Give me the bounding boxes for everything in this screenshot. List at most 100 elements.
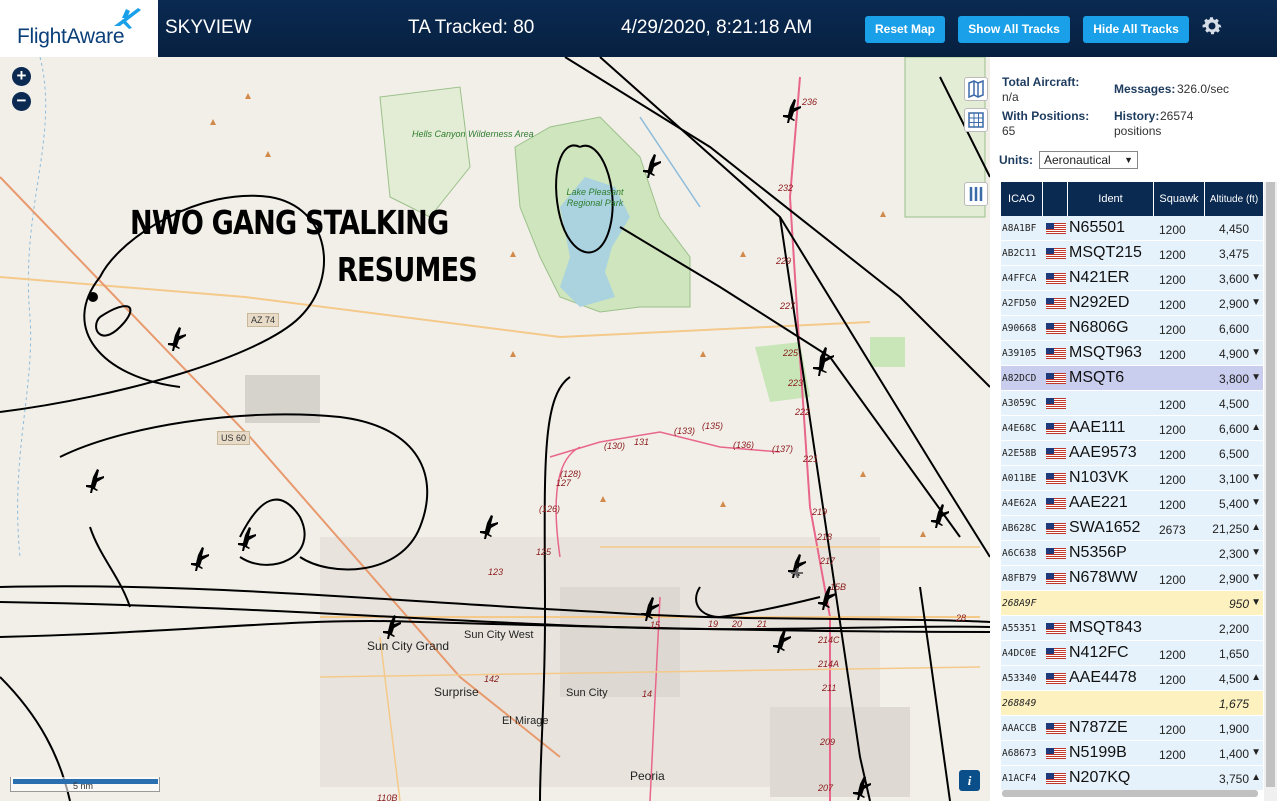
icao-cell: A3059C	[1002, 398, 1037, 409]
aircraft-icon	[238, 527, 256, 551]
panel-scrollbar[interactable]	[1264, 182, 1277, 801]
table-row[interactable]: AB628C SWA1652 2673 21,250 ▲	[1001, 516, 1263, 541]
map-layers-icon[interactable]	[964, 77, 988, 101]
table-row[interactable]: A55351 MSQT843 2,200	[1001, 616, 1263, 641]
units-label: Units:	[999, 153, 1033, 167]
icao-cell: A68673	[1002, 748, 1037, 759]
altitude-trend-icon: ▼	[1251, 472, 1261, 483]
units-select[interactable]: Aeronautical ▼	[1039, 151, 1138, 169]
altitude-cell: 4,500	[1218, 397, 1249, 411]
altitude-trend-icon: ▼	[1251, 372, 1261, 383]
reset-map-button[interactable]: Reset Map	[865, 16, 945, 43]
column-header-flag[interactable]	[1043, 182, 1068, 216]
table-row[interactable]: A3059C 1200 4,500	[1001, 391, 1263, 416]
table-row[interactable]: A011BE N103VK 1200 3,100 ▼	[1001, 466, 1263, 491]
us-flag-icon	[1046, 523, 1066, 534]
altitude-cell: 2,200	[1218, 622, 1249, 636]
flightaware-logo[interactable]: FlightAware	[0, 0, 158, 57]
squawk-cell: 1200	[1159, 398, 1186, 412]
route-marker: (137)	[772, 444, 794, 454]
altitude-cell: 3,600	[1218, 272, 1249, 286]
altitude-trend-icon: ▼	[1251, 747, 1261, 758]
table-row[interactable]: A6C638 N5356P 2,300 ▼	[1001, 541, 1263, 566]
aircraft-icon	[168, 327, 186, 351]
hide-all-tracks-button[interactable]: Hide All Tracks	[1083, 16, 1189, 43]
squawk-cell: 1200	[1159, 448, 1186, 462]
with-positions-value: 65	[1002, 124, 1016, 138]
icao-cell: A4DC0E	[1002, 648, 1037, 659]
gear-icon[interactable]	[1200, 14, 1224, 38]
altitude-trend-icon: ▲	[1251, 422, 1261, 433]
table-row[interactable]: A2FD50 N292ED 1200 2,900 ▼	[1001, 291, 1263, 316]
altitude-cell: 1,650	[1218, 647, 1249, 661]
table-row[interactable]: AB2C11 MSQT215 1200 3,475	[1001, 241, 1263, 266]
squawk-cell: 1200	[1159, 498, 1186, 512]
column-header-squawk[interactable]: Squawk	[1154, 182, 1205, 216]
zoom-in-button[interactable]: +	[12, 67, 31, 86]
route-marker: 236	[802, 97, 818, 107]
panel-scrollbar-thumb[interactable]	[1266, 182, 1275, 787]
grid-icon[interactable]	[964, 108, 988, 132]
table-row[interactable]: A2E58B AAE9573 1200 6,500	[1001, 441, 1263, 466]
squawk-cell: 1200	[1159, 248, 1186, 262]
squawk-cell: 1200	[1159, 223, 1186, 237]
altitude-cell: 5,400	[1218, 497, 1249, 511]
table-row[interactable]: A4DC0E N412FC 1200 1,650	[1001, 641, 1263, 666]
route-marker: 227	[780, 301, 796, 311]
table-row[interactable]: 268849 1,675	[1001, 691, 1263, 716]
route-marker: 229	[776, 256, 792, 266]
route-marker: 211	[822, 683, 837, 693]
squawk-cell: 1200	[1159, 648, 1186, 662]
table-row[interactable]: A68673 N5199B 1200 1,400 ▼	[1001, 741, 1263, 766]
us-flag-icon	[1046, 748, 1066, 759]
icao-cell: A53340	[1002, 673, 1037, 684]
clock: 4/29/2020, 8:21:18 AM	[621, 17, 813, 38]
squawk-cell: 2673	[1159, 523, 1186, 537]
column-header-icao[interactable]: ICAO	[1001, 182, 1043, 216]
route-marker: 15	[650, 620, 661, 630]
route-marker: 123	[488, 567, 504, 577]
map-label-peoria: Peoria	[630, 769, 665, 783]
table-row[interactable]: A4E68C AAE111 1200 6,600 ▲	[1001, 416, 1263, 441]
table-row[interactable]: A90668 N6806G 1200 6,600	[1001, 316, 1263, 341]
table-row[interactable]: A4E62A AAE221 1200 5,400 ▼	[1001, 491, 1263, 516]
ident-cell: N421ER	[1069, 269, 1130, 286]
horizontal-scrollbar-thumb[interactable]	[1002, 790, 1258, 797]
altitude-cell: 3,100	[1218, 472, 1249, 486]
route-marker: 219	[812, 507, 828, 517]
column-header-ident[interactable]: Ident	[1068, 182, 1154, 216]
horizontal-scrollbar[interactable]	[0, 785, 1277, 801]
table-row[interactable]: A39105 MSQT963 1200 4,900 ▼	[1001, 341, 1263, 366]
table-row[interactable]: A82DCD MSQT6 3,800 ▼	[1001, 366, 1263, 391]
aircraft-panel: Total Aircraft: n/a Messages: 326.0/sec …	[990, 57, 1277, 801]
altitude-trend-icon: ▲	[1251, 772, 1261, 783]
us-flag-icon	[1046, 423, 1066, 434]
columns-icon[interactable]	[964, 182, 988, 206]
route-marker: 127	[556, 478, 572, 488]
column-header-altitude[interactable]: Altitude (ft)	[1205, 182, 1263, 216]
us-flag-icon	[1046, 323, 1066, 334]
ident-cell: SWA1652	[1069, 519, 1141, 536]
table-row[interactable]: A4FFCA N421ER 1200 3,600 ▼	[1001, 266, 1263, 291]
squawk-cell: 1200	[1159, 673, 1186, 687]
aircraft-icon	[813, 347, 834, 376]
overlay-text-line1: NWO GANG STALKING	[130, 203, 449, 242]
map-label-lake-pleasant: Lake Pleasant Regional Park	[566, 187, 624, 208]
route-marker: 214A	[818, 659, 840, 669]
us-flag-icon	[1046, 773, 1066, 784]
table-row[interactable]: A8A1BF N65501 1200 4,450	[1001, 216, 1263, 241]
map-canvas[interactable]: + − NWO GANG STALKING RESUMES Hells Cany…	[0, 57, 990, 801]
table-row[interactable]: 268A9F 950 ▼	[1001, 591, 1263, 616]
table-header: ICAO Ident Squawk Altitude (ft)	[1001, 182, 1263, 216]
table-row[interactable]: A8FB79 N678WW 1200 2,900 ▼	[1001, 566, 1263, 591]
icao-cell: A4E62A	[1002, 498, 1037, 509]
route-marker: 125	[536, 547, 552, 557]
table-row[interactable]: AAACCB N787ZE 1200 1,900	[1001, 716, 1263, 741]
table-row[interactable]: A53340 AAE4478 1200 4,500 ▲	[1001, 666, 1263, 691]
zoom-out-button[interactable]: −	[12, 92, 31, 111]
altitude-trend-icon: ▼	[1251, 597, 1261, 608]
icao-cell: A39105	[1002, 348, 1037, 359]
altitude-trend-icon: ▼	[1251, 297, 1261, 308]
show-all-tracks-button[interactable]: Show All Tracks	[958, 16, 1070, 43]
route-marker: 19	[708, 619, 719, 629]
